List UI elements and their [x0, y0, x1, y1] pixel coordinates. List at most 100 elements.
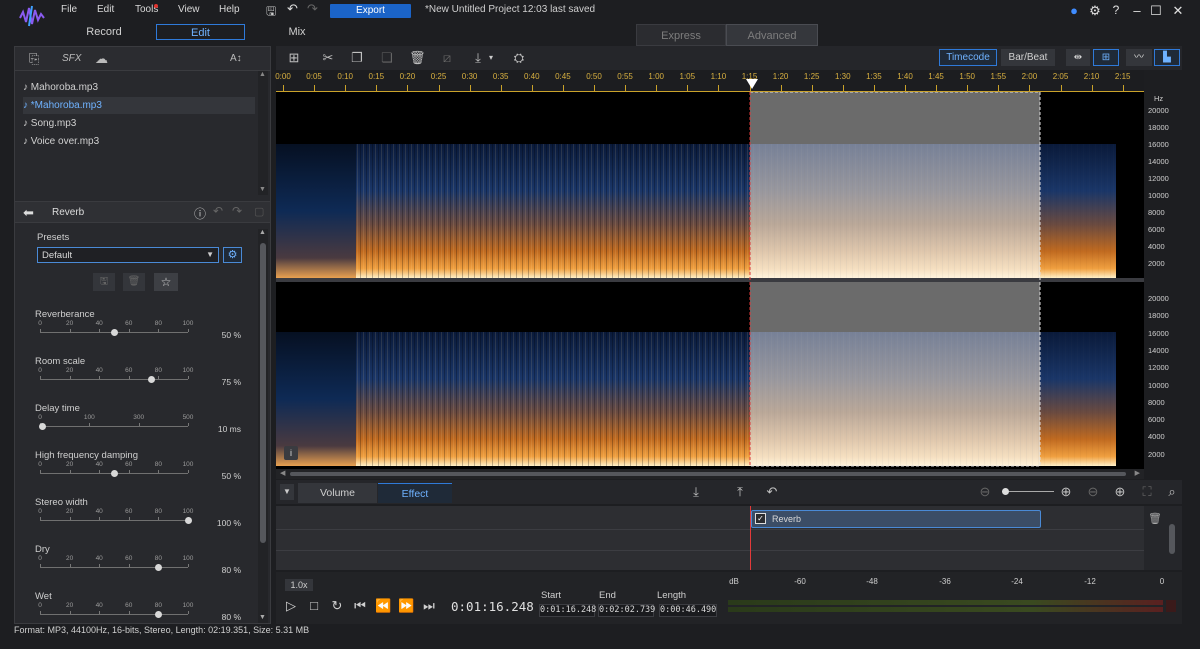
- reverb-effect-clip[interactable]: ✓ Reverb: [751, 510, 1041, 528]
- minimize-icon[interactable]: –: [1129, 3, 1145, 18]
- tab-advanced[interactable]: Advanced: [726, 24, 818, 46]
- effect-redo-icon[interactable]: ↷: [232, 204, 242, 218]
- save-icon[interactable]: 🖫: [266, 2, 276, 23]
- export-button[interactable]: Export: [330, 4, 411, 18]
- play-icon[interactable]: ▷: [283, 598, 299, 614]
- spectrogram[interactable]: [276, 92, 1144, 469]
- remove-keyframe-icon[interactable]: ⤒: [732, 484, 748, 500]
- collapse-lanes-icon[interactable]: ▼: [280, 484, 294, 500]
- vertical-zoom-out-icon[interactable]: ⊖: [1085, 484, 1101, 500]
- slider-track[interactable]: [40, 520, 188, 521]
- settings-gear-icon[interactable]: ⚙: [1087, 3, 1103, 19]
- undo-icon[interactable]: ↶: [287, 1, 298, 17]
- lane-scroll-thumb[interactable]: [1169, 524, 1175, 554]
- scroll-down-icon[interactable]: ▼: [259, 186, 266, 193]
- end-time-field[interactable]: 0:02:02.739: [598, 604, 655, 617]
- tab-effect[interactable]: Effect: [378, 483, 452, 503]
- clip-checkbox-icon[interactable]: ✓: [755, 513, 766, 524]
- scroll-thumb[interactable]: [260, 243, 266, 543]
- cloud-icon[interactable]: ☁: [95, 51, 108, 67]
- info-icon[interactable]: i: [284, 446, 298, 460]
- menu-edit[interactable]: Edit: [97, 4, 114, 15]
- h-scroll-thumb[interactable]: [290, 472, 1126, 476]
- scroll-up-icon[interactable]: ▲: [259, 229, 266, 236]
- tab-record[interactable]: Record: [72, 24, 136, 40]
- barbeat-toggle[interactable]: Bar/Beat: [1001, 49, 1055, 66]
- library-file-item-selected[interactable]: ♪ *Mahoroba.mp3: [23, 97, 255, 114]
- time-ruler[interactable]: 0:00 0:05 0:10 0:15 0:20 0:25 0:30 0:35 0:40 0:45…: [275, 70, 1144, 92]
- stop-icon[interactable]: □: [306, 598, 322, 613]
- insert-icon[interactable]: ⤓: [470, 50, 486, 66]
- copy-icon[interactable]: ❐: [349, 50, 365, 66]
- playback-speed[interactable]: 1.0x: [285, 579, 313, 591]
- snap-grid-icon[interactable]: ⊞: [1093, 49, 1119, 66]
- lane-delete-icon[interactable]: 🗑: [1148, 512, 1162, 525]
- vertical-zoom-in-icon[interactable]: ⊕: [1112, 484, 1128, 500]
- library-file-item[interactable]: ♪ Voice over.mp3: [23, 133, 255, 150]
- scroll-right-icon[interactable]: ▶: [1135, 469, 1140, 477]
- add-keyframe-icon[interactable]: ⤓: [688, 484, 704, 500]
- save-preset-icon[interactable]: 🖫: [93, 273, 115, 291]
- preset-dropdown[interactable]: Default ▼: [37, 247, 219, 263]
- effect-delete-icon[interactable]: ▢: [254, 205, 264, 218]
- back-arrow-icon[interactable]: ⬅: [23, 205, 34, 221]
- slider-knob[interactable]: [39, 423, 47, 430]
- import-folder-icon[interactable]: ⎘: [29, 51, 39, 67]
- zoom-slider[interactable]: [1002, 491, 1054, 492]
- horizontal-scrollbar[interactable]: ◀ ▶: [276, 469, 1144, 479]
- tab-volume[interactable]: Volume: [298, 483, 377, 503]
- sfx-button[interactable]: SFX: [62, 53, 81, 64]
- effect-undo-icon[interactable]: ↶: [213, 204, 223, 218]
- spectral-view-icon[interactable]: ▙: [1154, 49, 1180, 66]
- fit-width-icon[interactable]: ⇹: [1066, 49, 1090, 66]
- slider-knob[interactable]: [110, 470, 118, 477]
- library-file-item[interactable]: ♪ Mahoroba.mp3: [23, 79, 255, 96]
- preset-settings-icon[interactable]: ⚙: [223, 247, 242, 263]
- slider-knob[interactable]: [184, 517, 192, 524]
- start-time-field[interactable]: 0:01:16.248: [539, 604, 596, 617]
- noise-reduction-icon[interactable]: ⛭: [511, 50, 527, 66]
- effect-scrollbar[interactable]: ▲ ▼: [258, 229, 268, 623]
- playhead-marker-icon[interactable]: [745, 78, 759, 90]
- scroll-up-icon[interactable]: ▲: [259, 71, 266, 78]
- waveform-view-icon[interactable]: 〰: [1126, 49, 1152, 66]
- reset-lane-icon[interactable]: ↶: [764, 484, 780, 500]
- slider-knob[interactable]: [110, 329, 118, 336]
- slider-knob[interactable]: [154, 611, 162, 618]
- slider-track[interactable]: [40, 379, 188, 380]
- menu-view[interactable]: View: [178, 4, 200, 15]
- slider-track[interactable]: [40, 614, 188, 615]
- timecode-toggle[interactable]: Timecode: [939, 49, 997, 66]
- loop-icon[interactable]: ↻: [329, 598, 345, 614]
- library-scrollbar[interactable]: ▲ ▼: [258, 71, 268, 195]
- close-icon[interactable]: ✕: [1170, 3, 1186, 19]
- zoom-in-icon[interactable]: ⊕: [1058, 484, 1074, 500]
- notification-icon[interactable]: ●: [1066, 3, 1082, 18]
- scroll-down-icon[interactable]: ▼: [259, 614, 266, 621]
- slider-track[interactable]: [40, 567, 188, 568]
- slider-knob[interactable]: [154, 564, 162, 571]
- scroll-left-icon[interactable]: ◀: [280, 469, 285, 477]
- zoom-slider-knob[interactable]: [1002, 488, 1009, 495]
- new-file-icon[interactable]: ⊞: [286, 50, 302, 66]
- delete-icon[interactable]: 🗑: [409, 50, 426, 66]
- crop-icon[interactable]: ⧄: [439, 50, 455, 66]
- length-time-field[interactable]: 0:00:46.490: [659, 604, 717, 617]
- zoom-to-selection-icon[interactable]: ⌕: [1164, 484, 1180, 500]
- maximize-icon[interactable]: ☐: [1148, 3, 1164, 19]
- tab-express[interactable]: Express: [636, 24, 726, 46]
- menu-help[interactable]: Help: [219, 4, 240, 15]
- go-to-end-icon[interactable]: ⏭: [421, 598, 437, 614]
- redo-icon[interactable]: ↷: [307, 1, 318, 17]
- delete-preset-icon[interactable]: 🗑: [123, 273, 145, 291]
- text-size-button[interactable]: A↕: [230, 53, 242, 64]
- slider-knob[interactable]: [147, 376, 155, 383]
- tab-edit[interactable]: Edit: [156, 24, 245, 40]
- cut-icon[interactable]: ✂: [320, 50, 336, 66]
- info-circle-icon[interactable]: ⓘ: [194, 205, 206, 222]
- tab-mix[interactable]: Mix: [266, 24, 328, 40]
- rewind-icon[interactable]: ⏪: [375, 598, 391, 614]
- paste-icon[interactable]: ❏: [379, 50, 395, 66]
- slider-track[interactable]: [40, 426, 188, 427]
- go-to-start-icon[interactable]: ⏮: [352, 598, 368, 614]
